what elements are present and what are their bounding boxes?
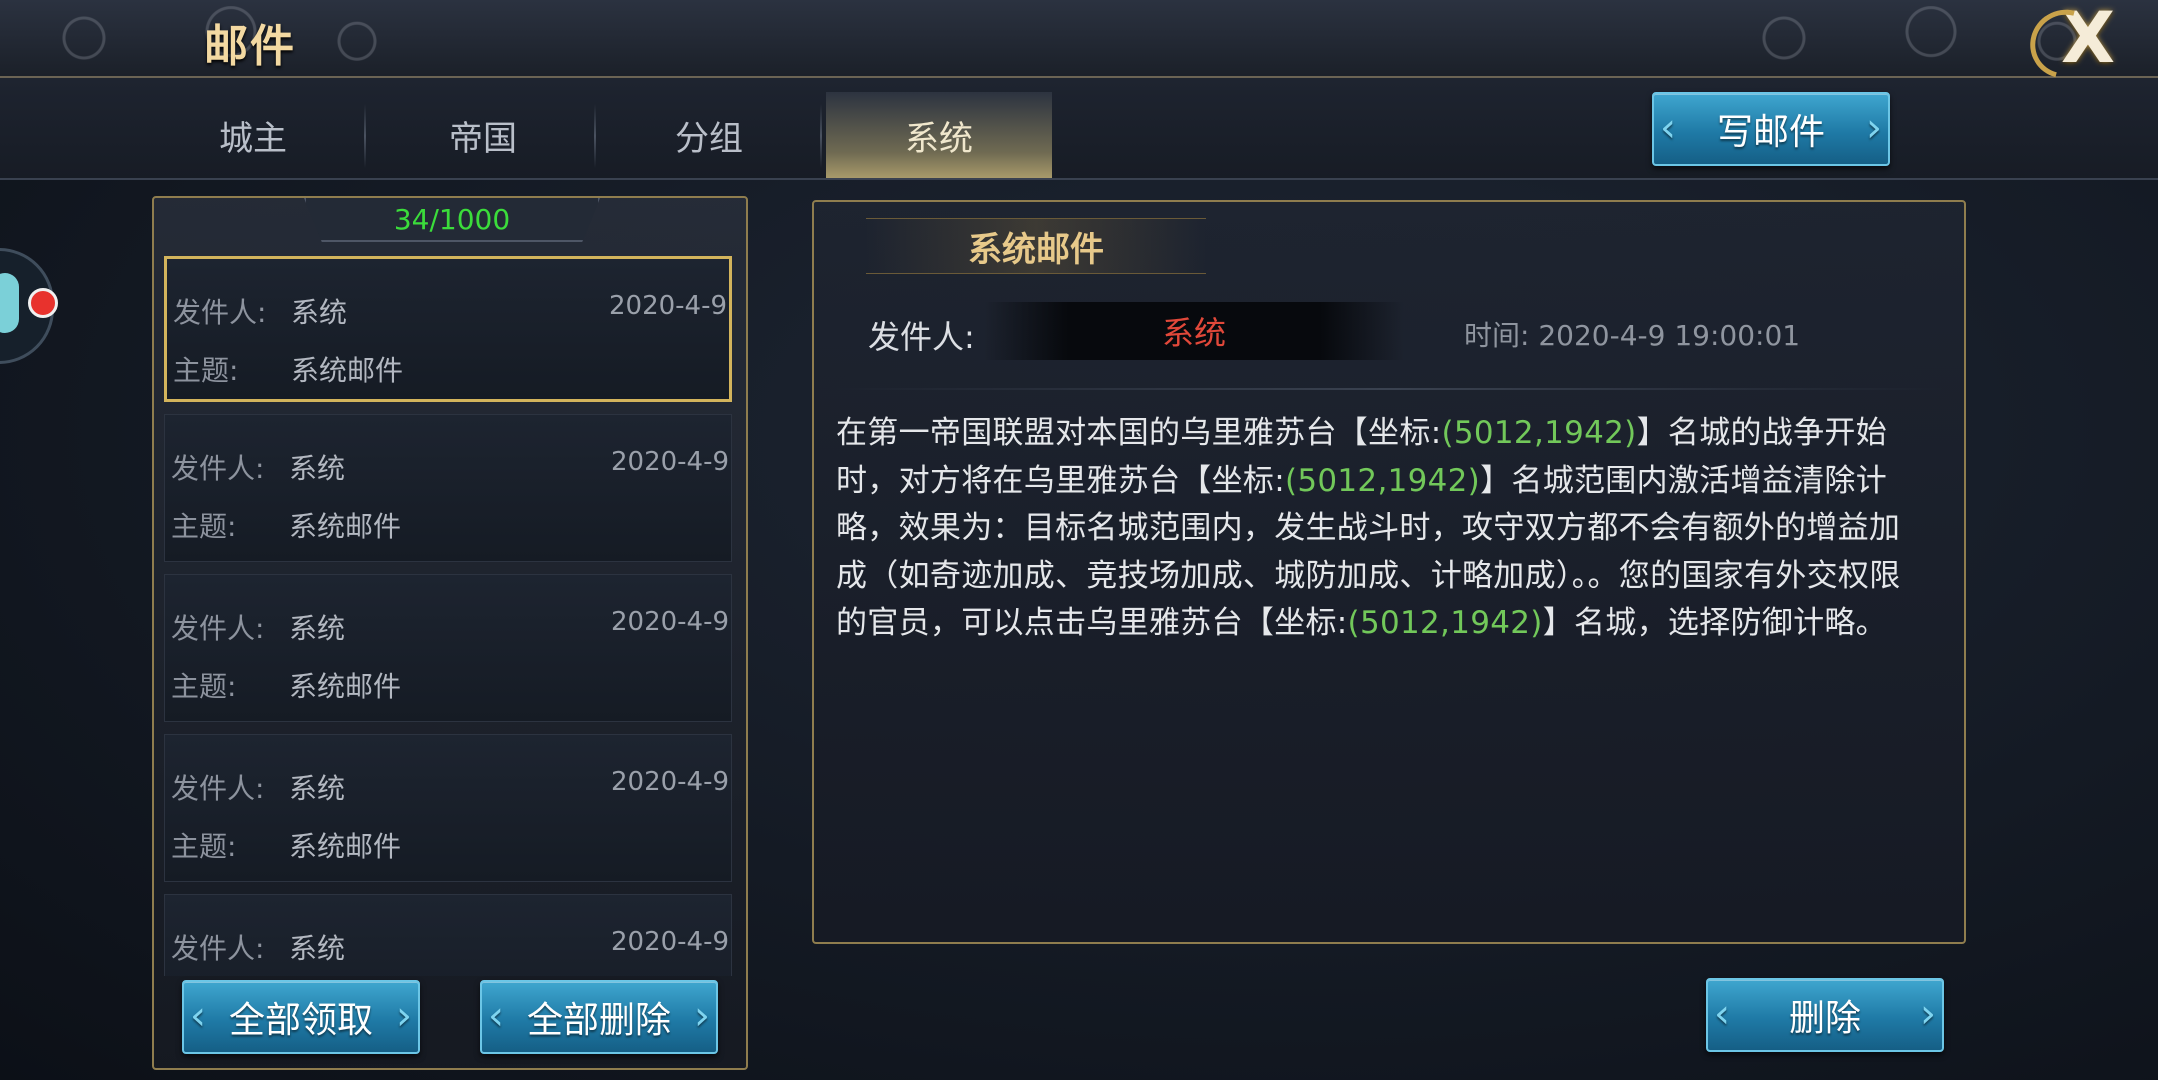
- detail-sender-value: 系统: [984, 302, 1404, 360]
- subject-label: 主题:: [171, 670, 237, 703]
- body-text: 在第一帝国联盟对本国的乌里雅苏台【坐标:: [836, 415, 1442, 451]
- mail-detail-panel: 系统邮件 发件人: 系统 时间: 2020-4-9 19:00:01 在第一帝国…: [812, 200, 1966, 944]
- close-icon[interactable]: X: [2036, 0, 2140, 79]
- sender-value: 系统: [289, 452, 346, 485]
- mail-list: 发件人: 系统 2020-4-9 主题: 系统邮件 发件人: 系统 2020-4…: [164, 256, 732, 976]
- sender-value: 系统: [289, 612, 346, 645]
- sender-value: 系统: [289, 772, 346, 805]
- mail-date: 2020-4-9: [610, 447, 729, 477]
- title-bar: 邮件 X: [0, 0, 2158, 79]
- sender-value: 系统: [291, 296, 348, 329]
- mail-count: 34/1000: [304, 198, 600, 242]
- mail-item[interactable]: 发件人: 系统 2020-4-9 主题: 系统邮件: [164, 414, 732, 562]
- mail-body: 在第一帝国联盟对本国的乌里雅苏台【坐标:(5012,1942)】名城的战争开始时…: [836, 410, 1926, 648]
- tab-group[interactable]: 分组: [596, 92, 822, 178]
- subject-value: 系统邮件: [289, 670, 402, 703]
- mail-item[interactable]: 发件人: 系统 2020-4-9 主题: 系统邮件: [164, 574, 732, 722]
- sender-value: 系统: [289, 932, 346, 965]
- tab-bar: 城主 帝国 分组 系统 写邮件: [0, 78, 2158, 180]
- compose-mail-button[interactable]: 写邮件: [1652, 92, 1890, 166]
- tab-system[interactable]: 系统: [826, 92, 1052, 178]
- mail-date: 2020-4-9: [610, 767, 729, 797]
- sender-label: 发件人:: [171, 772, 265, 805]
- coordinate-link[interactable]: (5012,1942): [1285, 463, 1480, 499]
- subject-value: 系统邮件: [291, 354, 404, 387]
- mail-list-panel: 34/1000 发件人: 系统 2020-4-9 主题: 系统邮件 发件人: 系…: [152, 196, 748, 1070]
- claim-all-button[interactable]: 全部领取: [182, 980, 420, 1054]
- delete-all-button[interactable]: 全部删除: [480, 980, 718, 1054]
- divider: [834, 388, 1944, 390]
- coordinate-link[interactable]: (5012,1942): [1441, 415, 1636, 451]
- subject-label: 主题:: [171, 830, 237, 863]
- mail-item[interactable]: 发件人: 系统 2020-4-9 主题: 系统邮件: [164, 734, 732, 882]
- tab-lord[interactable]: 城主: [140, 92, 366, 178]
- coordinate-link[interactable]: (5012,1942): [1348, 605, 1543, 641]
- window-title: 邮件: [204, 21, 296, 72]
- mail-item[interactable]: 发件人: 系统 2020-4-9: [164, 894, 732, 976]
- sender-label: 发件人:: [171, 612, 265, 645]
- sender-label: 发件人:: [173, 296, 267, 329]
- tab-empire[interactable]: 帝国: [370, 92, 596, 178]
- notification-badge: [28, 288, 58, 318]
- sender-label: 发件人:: [171, 452, 265, 485]
- detail-sender-label: 发件人:: [868, 318, 975, 356]
- mail-detail-header: 系统邮件: [866, 218, 1206, 274]
- sender-label: 发件人:: [171, 932, 265, 965]
- mail-date: 2020-4-9: [610, 607, 729, 637]
- mail-item[interactable]: 发件人: 系统 2020-4-9 主题: 系统邮件: [164, 256, 732, 402]
- detail-time: 时间: 2020-4-9 19:00:01: [1464, 319, 1801, 352]
- subject-value: 系统邮件: [289, 830, 402, 863]
- mail-date: 2020-4-9: [608, 291, 727, 321]
- subject-value: 系统邮件: [289, 510, 402, 543]
- body-text: 】名城，选择防御计略。: [1542, 605, 1887, 641]
- subject-label: 主题:: [173, 354, 239, 387]
- delete-button[interactable]: 删除: [1706, 978, 1944, 1052]
- mail-date: 2020-4-9: [610, 927, 729, 957]
- subject-label: 主题:: [171, 510, 237, 543]
